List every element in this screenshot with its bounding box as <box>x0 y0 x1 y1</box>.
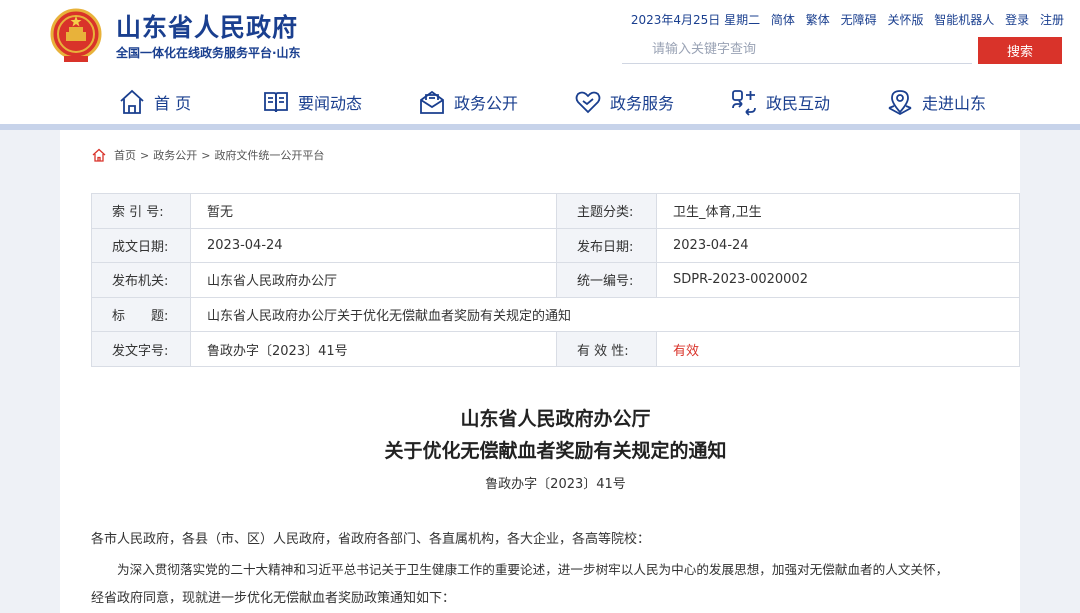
site-subtitle[interactable]: 全国一体化在线政务服务平台·山东 <box>116 44 301 61</box>
nav-item-gov-services[interactable]: 政务服务 <box>574 86 674 118</box>
news-icon <box>264 92 288 113</box>
nav-item-about-shandong[interactable]: 走进山东 <box>886 86 986 118</box>
topic-value: 卫生_体育,卫生 <box>656 193 1020 229</box>
unified-number-value: SDPR-2023-0020002 <box>656 262 1020 298</box>
breadcrumb: 首页 > 政务公开 > 政府文件统一公开平台 <box>92 147 324 163</box>
link-traditional[interactable]: 繁体 <box>806 13 830 27</box>
home-icon <box>92 148 106 162</box>
nav-label: 走进山东 <box>922 94 987 113</box>
breadcrumb-home[interactable]: 首页 <box>114 147 136 163</box>
index-label: 索 引 号: <box>91 193 191 229</box>
nav-item-gov-affairs[interactable]: 政务公开 <box>418 86 518 118</box>
document-paragraph-line: 为深入贯彻落实党的二十大精神和习近平总书记关于卫生健康工作的重要论述，进一步树牢… <box>117 562 949 577</box>
breadcrumb-gov-affairs[interactable]: 政务公开 <box>153 147 197 163</box>
created-date-value: 2023-04-24 <box>190 227 557 264</box>
issuing-org-value: 山东省人民政府办公厅 <box>190 262 557 298</box>
published-date-value: 2023-04-24 <box>656 227 1020 264</box>
link-login[interactable]: 登录 <box>1005 13 1029 27</box>
interaction-icon <box>732 90 756 116</box>
title-label: 标 题: <box>91 296 191 333</box>
search-box <box>622 36 972 64</box>
published-date-label: 发布日期: <box>556 227 657 264</box>
table-row: 发文字号: 鲁政办字〔2023〕41号 有 效 性: 有效 <box>91 331 1020 367</box>
search-button[interactable]: 搜索 <box>978 37 1062 64</box>
nav-label: 政务公开 <box>454 94 519 113</box>
doc-number-label: 发文字号: <box>91 331 191 367</box>
main-nav: 首 页 要闻动态 政务公开 政务服务 政民互动 走进山东 <box>0 80 1080 124</box>
heart-hand-icon <box>575 91 601 114</box>
current-date: 2023年4月25日 星期二 <box>630 13 761 27</box>
breadcrumb-separator: > <box>201 148 211 162</box>
index-value: 暂无 <box>190 193 557 229</box>
document-title-line1: 山东省人民政府办公厅 <box>460 408 651 430</box>
link-chatbot[interactable]: 智能机器人 <box>934 13 994 27</box>
breadcrumb-separator: > <box>140 148 150 162</box>
document-meta-table: 索 引 号: 暂无 主题分类: 卫生_体育,卫生 成文日期: 2023-04-2… <box>91 193 1020 367</box>
breadcrumb-document-platform[interactable]: 政府文件统一公开平台 <box>214 147 324 163</box>
validity-value: 有效 <box>656 331 1020 367</box>
location-icon <box>888 90 912 116</box>
doc-number-value: 鲁政办字〔2023〕41号 <box>190 331 557 367</box>
issuing-org-label: 发布机关: <box>91 262 191 298</box>
link-care-mode[interactable]: 关怀版 <box>887 13 923 27</box>
table-row: 发布机关: 山东省人民政府办公厅 统一编号: SDPR-2023-0020002 <box>91 262 1020 298</box>
nav-label: 政民互动 <box>766 94 831 113</box>
document-number: 鲁政办字〔2023〕41号 <box>485 477 626 492</box>
nav-label: 政务服务 <box>610 94 675 113</box>
search-input[interactable] <box>622 36 972 63</box>
table-row: 成文日期: 2023-04-24 发布日期: 2023-04-24 <box>91 227 1020 264</box>
link-simplified[interactable]: 简体 <box>771 13 795 27</box>
topic-label: 主题分类: <box>556 193 657 229</box>
table-row: 索 引 号: 暂无 主题分类: 卫生_体育,卫生 <box>91 193 1020 229</box>
home-icon <box>120 89 144 114</box>
validity-label: 有 效 性: <box>556 331 657 367</box>
document-paragraph-line: 经省政府同意，现就进一步优化无偿献血者奖励政策通知如下： <box>91 591 456 606</box>
mail-open-icon <box>420 90 444 114</box>
nav-item-home[interactable]: 首 页 <box>118 86 191 118</box>
title-value: 山东省人民政府办公厅关于优化无偿献血者奖励有关规定的通知 <box>190 296 1020 333</box>
site-header: 山东省人民政府 全国一体化在线政务服务平台·山东 2023年4月25日 星期二 … <box>0 0 1080 130</box>
link-register[interactable]: 注册 <box>1040 13 1064 27</box>
nav-item-interaction[interactable]: 政民互动 <box>730 86 830 118</box>
created-date-label: 成文日期: <box>91 227 191 264</box>
nav-item-news[interactable]: 要闻动态 <box>262 86 362 118</box>
unified-number-label: 统一编号: <box>556 262 657 298</box>
top-links: 2023年4月25日 星期二 简体 繁体 无障碍 关怀版 智能机器人 登录 注册 <box>631 11 1064 28</box>
national-emblem-icon[interactable] <box>50 8 102 64</box>
table-row: 标 题: 山东省人民政府办公厅关于优化无偿献血者奖励有关规定的通知 <box>91 296 1020 333</box>
document-salutation: 各市人民政府，各县（市、区）人民政府，省政府各部门、各直属机构，各大企业，各高等… <box>91 532 651 547</box>
document-title-line2: 关于优化无偿献血者奖励有关规定的通知 <box>384 440 727 462</box>
nav-label: 要闻动态 <box>298 94 363 113</box>
link-accessibility[interactable]: 无障碍 <box>841 13 877 27</box>
site-title[interactable]: 山东省人民政府 <box>116 8 298 44</box>
nav-label: 首 页 <box>154 94 192 113</box>
